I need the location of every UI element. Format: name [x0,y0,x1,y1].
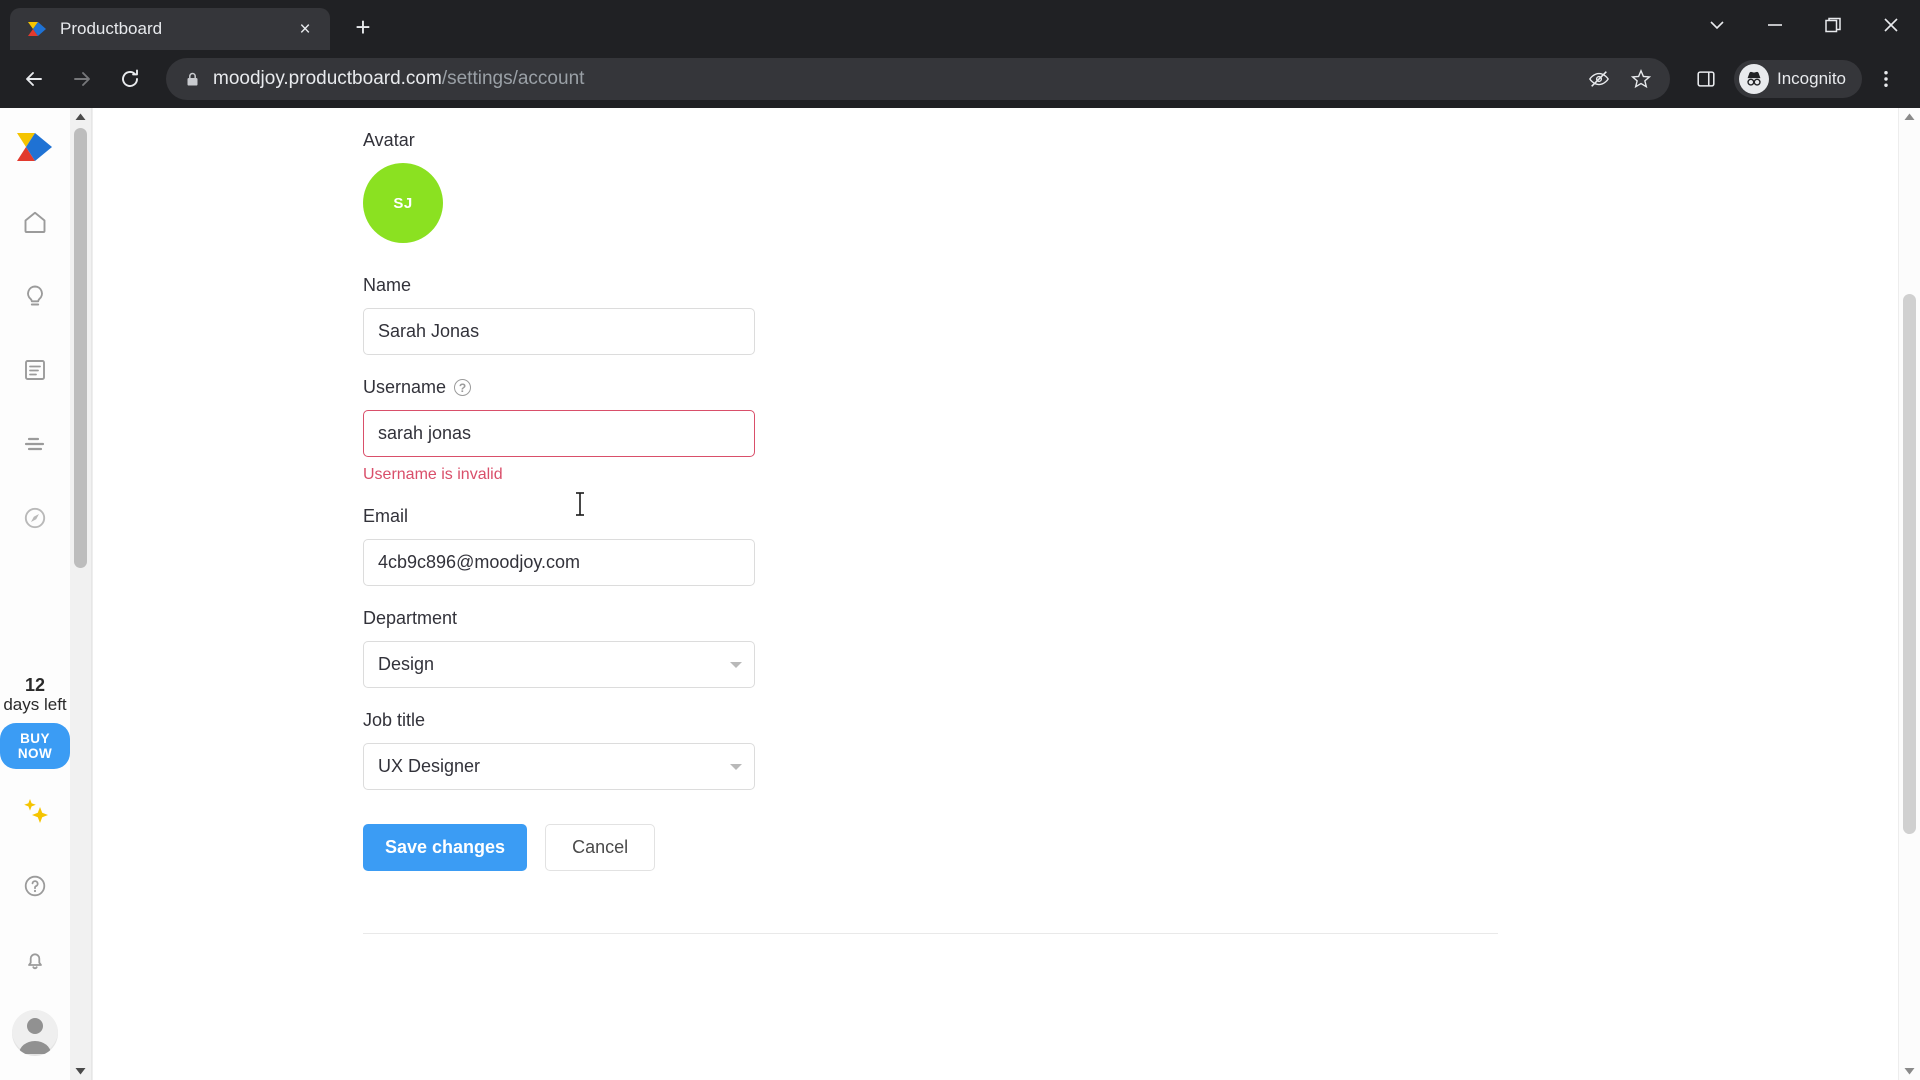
window-controls [1688,0,1920,50]
email-field: Email 4cb9c896@moodjoy.com [363,506,1463,586]
sidebar-scrollbar-thumb[interactable] [74,128,87,568]
incognito-hat-icon [1739,64,1769,94]
home-icon [22,209,48,240]
avatar[interactable]: SJ [363,163,443,243]
incognito-profile-button[interactable]: Incognito [1734,60,1862,98]
url-host: moodjoy.productboard.com [213,68,442,89]
compass-icon [22,505,48,536]
productboard-logo-icon [26,18,48,40]
department-label: Department [363,608,458,628]
department-select[interactable]: Design [363,641,755,688]
browser-toolbar: moodjoy.productboard.com/settings/accoun… [0,50,1920,108]
username-field: Username ? sarah jonas Username is inval… [363,377,1463,484]
username-error-message: Username is invalid [363,466,503,483]
tab-title: Productboard [60,19,163,38]
sidebar-item-notifications[interactable] [9,936,61,988]
maximize-restore-icon[interactable] [1804,0,1862,50]
sidebar-item-roadmap[interactable] [9,420,61,472]
sidebar-item-help[interactable] [9,862,61,914]
username-label-text: Username [363,377,447,397]
trial-days-count: 12 [24,674,46,695]
browser-window: Productboard × + moodjoy.productboard.co… [0,0,1920,1080]
minimize-icon[interactable] [1746,0,1804,50]
page-scrollbar[interactable] [1898,108,1920,1080]
name-field: Name Sarah Jonas [363,275,1463,355]
avatar-label: Avatar [363,130,415,150]
job-title-label: Job title [363,710,426,730]
department-selected-value: Design [378,654,435,674]
email-input[interactable]: 4cb9c896@moodjoy.com [363,539,755,586]
save-changes-button[interactable]: Save changes [363,824,528,871]
url-path: /settings/account [441,68,585,89]
page-scroll-up-arrow-icon[interactable] [1899,108,1920,126]
tab-search-icon[interactable] [1688,0,1746,50]
eye-off-icon[interactable] [1584,64,1614,94]
window-close-icon[interactable] [1862,0,1920,50]
username-input[interactable]: sarah jonas [363,410,755,457]
avatar-field: Avatar SJ [363,130,1463,243]
page-viewport: 12 days left BUY NOW Avatar SJ Name Sara… [0,108,1920,1080]
url-text: moodjoy.productboard.com/settings/accoun… [213,68,1572,90]
incognito-label: Incognito [1777,69,1846,88]
sidebar-item-portal[interactable] [9,494,61,546]
address-bar[interactable]: moodjoy.productboard.com/settings/accoun… [166,58,1670,100]
sidebar-item-home[interactable] [9,198,61,250]
job-title-selected-value: UX Designer [378,756,481,776]
question-circle-icon [22,873,48,904]
name-label: Name [363,275,412,295]
avatar-initials: SJ [393,194,413,212]
toolbar-right: Incognito [1684,57,1908,101]
job-title-select[interactable]: UX Designer [363,743,755,790]
form-actions: Save changes Cancel [363,824,1463,871]
trial-status: 12 days left [3,675,66,715]
star-icon[interactable] [1626,64,1656,94]
sidebar-scrollbar[interactable] [70,108,92,1080]
trial-days-label: days left [3,695,67,715]
buy-now-button[interactable]: BUY NOW [0,723,70,769]
app-sidebar: 12 days left BUY NOW [0,108,70,1080]
sidebar-item-features[interactable] [9,346,61,398]
question-circle-icon[interactable]: ? [454,379,472,396]
tab-strip: Productboard × + [0,0,1920,50]
lightbulb-icon [22,283,48,314]
sidebar-item-account[interactable] [12,1010,58,1056]
user-avatar-icon [12,1010,58,1056]
sidebar-item-insights[interactable] [9,272,61,324]
chevron-down-icon [730,763,742,770]
browser-tab[interactable]: Productboard × [10,8,330,50]
close-icon[interactable]: × [292,16,318,42]
department-field: Department Design [363,608,1463,688]
name-input[interactable]: Sarah Jonas [363,308,755,355]
chevron-down-icon [730,661,742,668]
settings-account-content: Avatar SJ Name Sarah Jonas Username ? sa… [92,108,1898,1080]
username-label: Username ? [363,377,1463,398]
reload-button[interactable] [108,57,152,101]
document-icon [22,357,48,388]
scroll-down-arrow-icon[interactable] [70,1062,91,1080]
list-lines-icon [22,431,48,462]
email-label: Email [363,506,409,526]
section-divider [363,933,1498,934]
job-title-field: Job title UX Designer [363,710,1463,790]
lock-icon [184,71,201,88]
account-settings-form: Avatar SJ Name Sarah Jonas Username ? sa… [363,108,1498,934]
three-dot-menu-icon[interactable] [1864,57,1908,101]
side-panel-icon[interactable] [1684,57,1728,101]
forward-button[interactable] [60,57,104,101]
sparkles-icon[interactable] [18,797,52,832]
back-button[interactable] [12,57,56,101]
cancel-button[interactable]: Cancel [545,824,656,871]
bell-icon [22,947,48,978]
page-scroll-down-arrow-icon[interactable] [1899,1062,1920,1080]
scroll-up-arrow-icon[interactable] [70,108,91,126]
page-scrollbar-thumb[interactable] [1903,294,1916,834]
new-tab-button[interactable]: + [342,6,384,48]
productboard-logo-icon[interactable] [15,130,55,164]
